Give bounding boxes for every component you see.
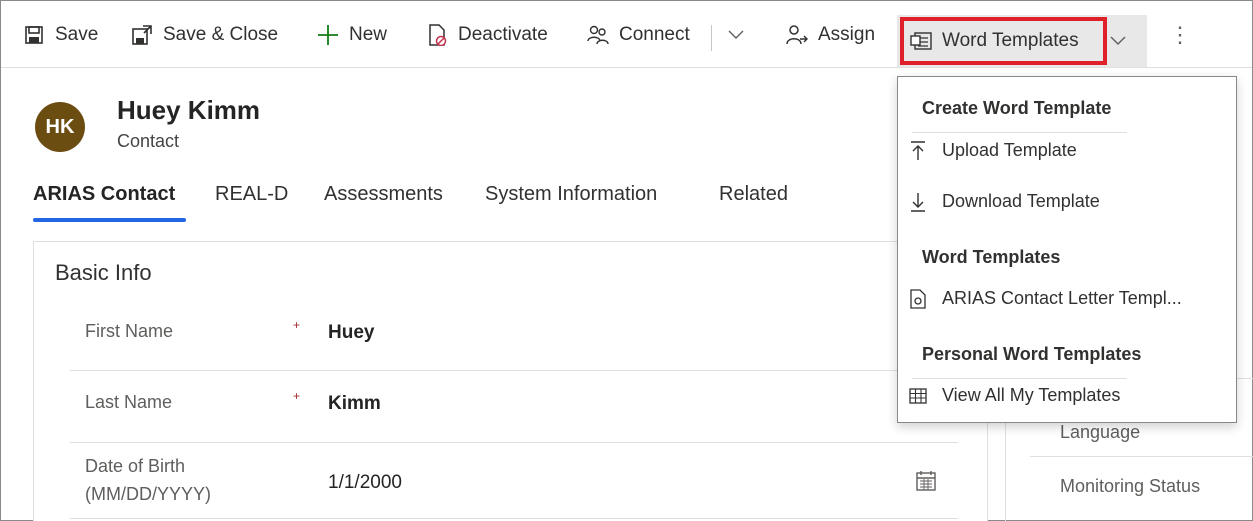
save-icon <box>23 24 45 46</box>
download-icon <box>908 192 928 212</box>
upload-icon <box>908 140 928 161</box>
active-tab-indicator <box>33 218 186 222</box>
dob-field[interactable]: 1/1/2000 <box>328 472 402 494</box>
word-templates-header: Word Templates <box>922 247 1061 267</box>
download-template-item[interactable]: Download Template <box>908 191 1100 212</box>
required-indicator: + <box>293 389 301 403</box>
deactivate-label: Deactivate <box>458 23 548 45</box>
template-item-label: ARIAS Contact Letter Templ... <box>942 288 1182 308</box>
first-name-label: First Name <box>85 321 174 341</box>
more-commands-button[interactable]: ⋮ <box>1169 1 1191 68</box>
new-label: New <box>349 23 388 45</box>
tab-related[interactable]: Related <box>719 183 788 206</box>
chevron-down-icon <box>728 24 744 46</box>
menu-divider <box>912 378 1127 379</box>
document-icon <box>908 288 928 309</box>
row-divider <box>70 442 958 443</box>
new-button[interactable]: New <box>317 1 387 68</box>
required-indicator: + <box>293 318 301 332</box>
more-icon: ⋮ <box>1169 21 1191 47</box>
connect-button[interactable]: Connect <box>587 1 690 68</box>
personal-word-templates-header: Personal Word Templates <box>922 344 1142 364</box>
dob-label-line1: Date of Birth <box>85 456 186 476</box>
side-divider <box>1030 456 1253 457</box>
connect-dropdown-button[interactable] <box>728 1 744 68</box>
toolbar-separator <box>711 25 712 51</box>
assign-button[interactable]: Assign <box>786 1 875 68</box>
download-template-label: Download Template <box>942 191 1100 211</box>
chevron-down-icon <box>1110 36 1126 45</box>
grid-icon <box>908 386 928 406</box>
record-name: Huey Kimm <box>117 95 261 125</box>
save-close-button[interactable]: Save & Close <box>131 1 278 68</box>
language-label: Language <box>1060 422 1141 442</box>
last-name-label: Last Name <box>85 392 173 412</box>
create-word-template-header: Create Word Template <box>922 98 1112 118</box>
tab-arias-contact[interactable]: ARIAS Contact <box>33 183 175 206</box>
last-name-field[interactable]: Kimm <box>328 393 381 415</box>
row-divider <box>70 518 958 519</box>
row-divider <box>70 370 958 371</box>
dob-label-line2: (MM/DD/YYYY) <box>85 484 211 504</box>
word-templates-chevron[interactable] <box>1110 15 1126 67</box>
upload-template-item[interactable]: Upload Template <box>908 140 1077 161</box>
connect-label: Connect <box>619 23 690 45</box>
view-all-templates-label: View All My Templates <box>942 385 1121 405</box>
save-close-label: Save & Close <box>163 23 279 45</box>
first-name-field[interactable]: Huey <box>328 322 374 344</box>
tab-assessments[interactable]: Assessments <box>324 183 443 206</box>
basic-info-section <box>33 241 988 521</box>
view-all-my-templates-item[interactable]: View All My Templates <box>908 385 1120 406</box>
plus-icon <box>317 24 339 46</box>
tab-system-information[interactable]: System Information <box>485 183 657 206</box>
upload-template-label: Upload Template <box>942 140 1077 160</box>
save-label: Save <box>55 23 99 45</box>
assign-icon <box>786 24 808 46</box>
deactivate-icon <box>426 23 448 46</box>
template-item-arias-contact-letter[interactable]: ARIAS Contact Letter Templ... <box>908 288 1182 309</box>
record-entity: Contact <box>117 131 180 151</box>
avatar-initials: HK <box>45 115 75 138</box>
menu-divider <box>912 132 1127 133</box>
section-title: Basic Info <box>55 260 152 285</box>
tab-real-d[interactable]: REAL-D <box>215 183 288 206</box>
highlight-box <box>900 17 1107 65</box>
deactivate-button[interactable]: Deactivate <box>426 1 548 68</box>
save-button[interactable]: Save <box>23 1 98 68</box>
monitoring-status-label: Monitoring Status <box>1060 476 1201 496</box>
save-close-icon <box>131 24 153 46</box>
calendar-icon[interactable] <box>915 470 937 492</box>
connect-icon <box>587 24 609 46</box>
avatar: HK <box>35 102 85 152</box>
assign-label: Assign <box>818 23 876 45</box>
